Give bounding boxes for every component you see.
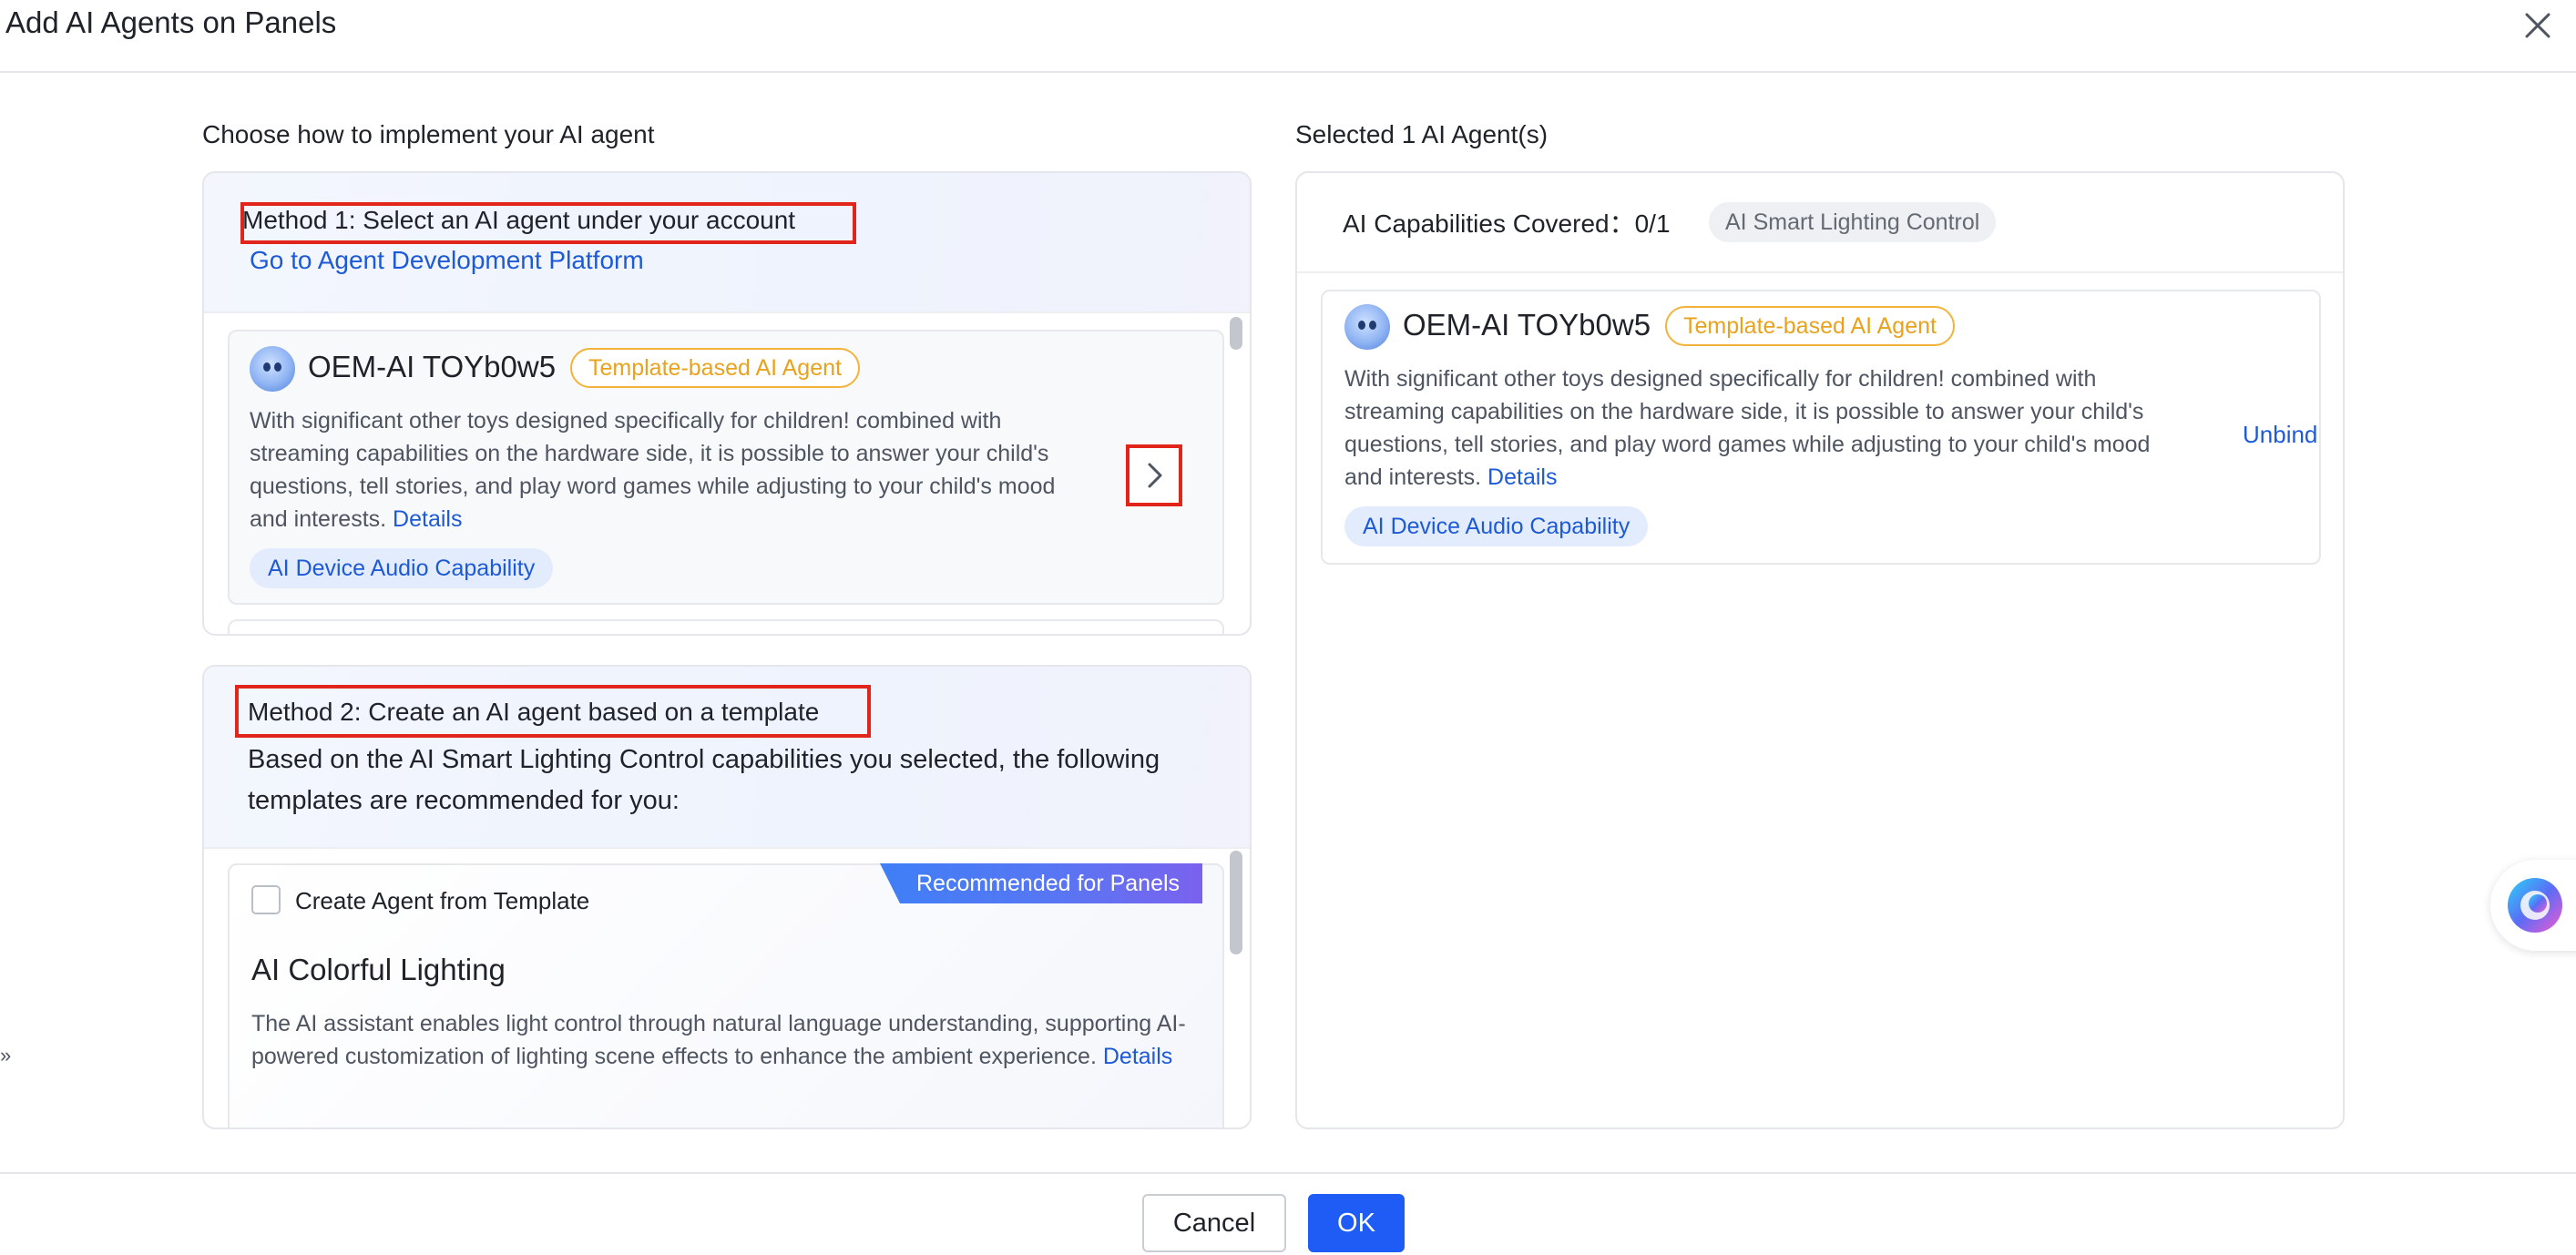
right-section-title: Selected 1 AI Agent(s)	[1295, 120, 1549, 148]
agent-description-text: With significant other toys designed spe…	[1344, 366, 2151, 490]
agent-name: OEM-AI TOYb0w5	[308, 350, 557, 383]
chevron-right-icon	[1148, 463, 1162, 488]
left-section-title: Choose how to implement your AI agent	[202, 120, 655, 148]
template-card[interactable]: Recommended for Panels Create Agent from…	[228, 863, 1224, 1127]
ai-assistant-icon	[2508, 878, 2562, 933]
unbind-link[interactable]: Unbind	[2243, 421, 2317, 449]
template-agent-tag: Template-based AI Agent	[570, 348, 860, 388]
scrollbar-thumb[interactable]	[1230, 851, 1242, 954]
agent-description-text: With significant other toys designed spe…	[250, 408, 1056, 532]
next-agent-card-edge	[228, 619, 1224, 634]
agent-details-link[interactable]: Details	[1487, 464, 1557, 490]
template-description-text: The AI assistant enables light control t…	[251, 1011, 1186, 1069]
method2-panel: Method 2: Create an AI agent based on a …	[202, 665, 1252, 1129]
template-description: The AI assistant enables light control t…	[251, 1007, 1199, 1073]
agent-card[interactable]: OEM-AI TOYb0w5 Template-based AI Agent W…	[228, 330, 1224, 605]
select-agent-button[interactable]	[1126, 444, 1182, 506]
coverage-bar: AI Capabilities Covered：0/1 AI Smart Lig…	[1297, 173, 2343, 273]
scrollbar-thumb[interactable]	[1230, 317, 1242, 350]
double-chevron-icon[interactable]: »	[0, 1044, 11, 1067]
method1-title: Method 1: Select an AI agent under your …	[242, 206, 796, 234]
template-details-link[interactable]: Details	[1103, 1044, 1172, 1069]
selected-agents-panel: AI Capabilities Covered：0/1 AI Smart Lig…	[1295, 171, 2345, 1129]
coverage-label: AI Capabilities Covered：0/1	[1343, 209, 1671, 238]
method2-title: Method 2: Create an AI agent based on a …	[248, 698, 820, 726]
modal-header: Add AI Agents on Panels	[0, 0, 2576, 73]
create-from-template-checkbox[interactable]	[251, 885, 281, 914]
assistant-float-button[interactable]	[2490, 860, 2576, 951]
template-agent-tag: Template-based AI Agent	[1665, 306, 1955, 346]
checkbox-label: Create Agent from Template	[295, 887, 590, 914]
agent-details-link[interactable]: Details	[393, 506, 462, 532]
method1-header: Method 1: Select an AI agent under your …	[204, 173, 1250, 313]
capability-tag: AI Device Audio Capability	[250, 548, 554, 588]
method2-header: Method 2: Create an AI agent based on a …	[204, 667, 1250, 849]
method1-panel: Method 1: Select an AI agent under your …	[202, 171, 1252, 636]
ok-button[interactable]: OK	[1308, 1194, 1405, 1252]
template-name: AI Colorful Lighting	[251, 953, 506, 986]
cancel-button[interactable]: Cancel	[1142, 1194, 1286, 1252]
agent-avatar	[250, 346, 295, 392]
close-icon[interactable]	[2518, 5, 2558, 46]
agent-description: With significant other toys designed spe…	[250, 404, 1078, 536]
method2-subtitle: Based on the AI Smart Lighting Control c…	[248, 745, 1160, 815]
selected-agent-card: OEM-AI TOYb0w5 Template-based AI Agent W…	[1321, 290, 2321, 565]
coverage-tag: AI Smart Lighting Control	[1709, 202, 1997, 242]
capability-tag: AI Device Audio Capability	[1344, 506, 1649, 546]
recommended-ribbon: Recommended for Panels	[880, 863, 1202, 903]
modal-title: Add AI Agents on Panels	[5, 5, 337, 39]
agent-name: OEM-AI TOYb0w5	[1403, 308, 1651, 342]
agent-avatar	[1344, 304, 1390, 350]
agent-platform-link[interactable]: Go to Agent Development Platform	[250, 246, 644, 275]
modal-footer: Cancel OK	[0, 1172, 2576, 1255]
agent-description: With significant other toys designed spe…	[1344, 362, 2192, 494]
